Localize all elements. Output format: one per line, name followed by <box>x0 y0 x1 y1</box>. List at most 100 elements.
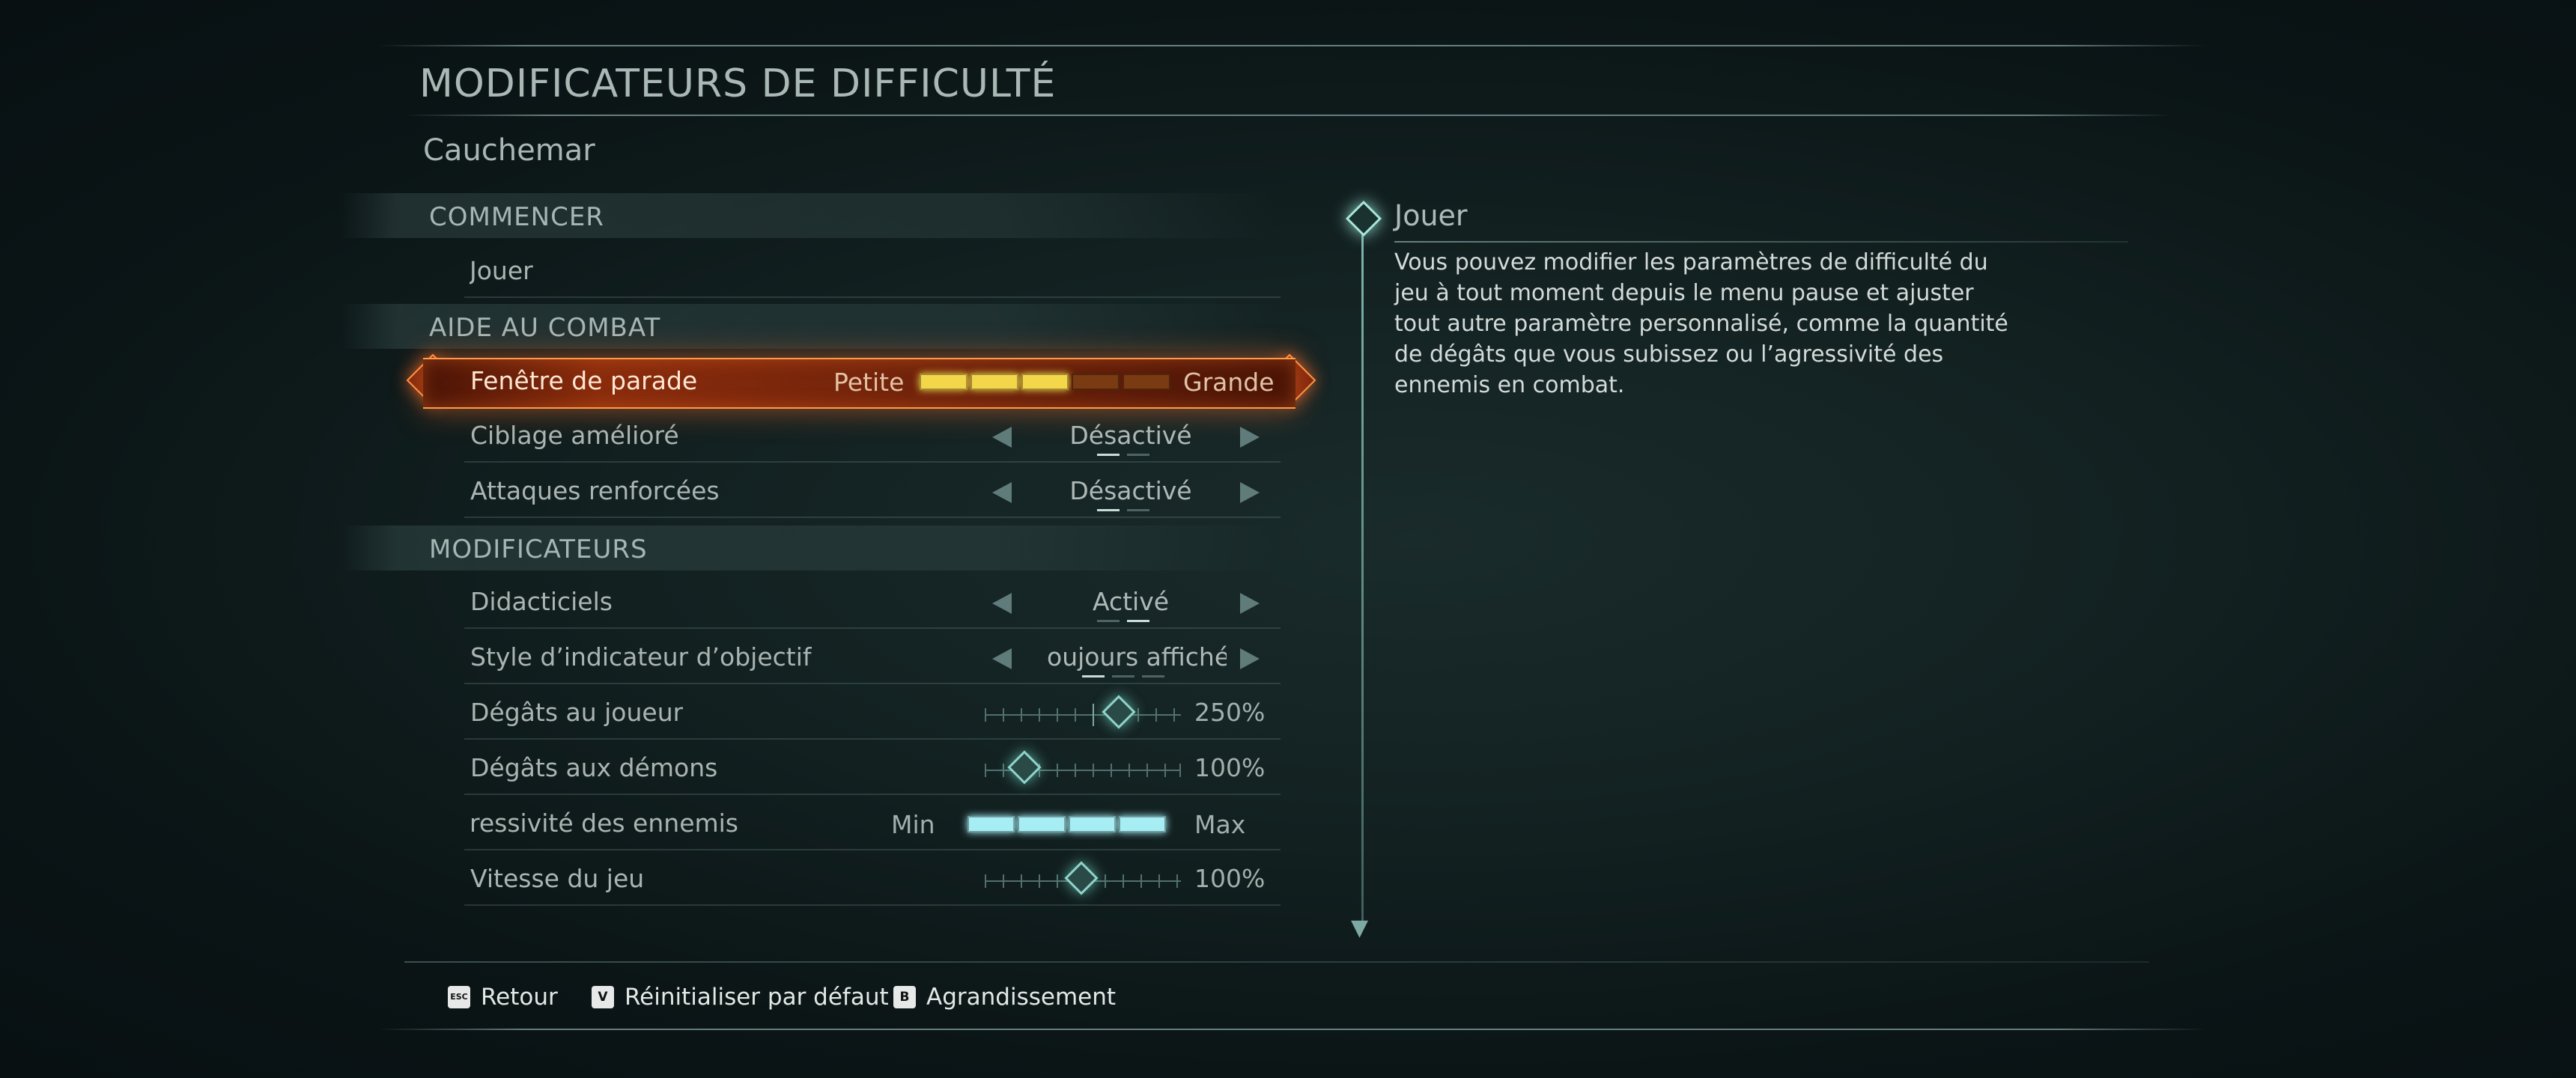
bar-segment <box>1021 374 1069 390</box>
tick <box>1003 764 1004 777</box>
pip <box>1142 675 1164 677</box>
tick <box>1093 764 1094 777</box>
tick <box>1155 708 1157 722</box>
info-title-underline <box>1394 241 2128 243</box>
slider-knob[interactable] <box>1102 695 1136 729</box>
tick <box>985 764 986 777</box>
tick <box>985 708 986 722</box>
back-hint[interactable]: ESC Retour <box>448 984 558 1011</box>
menu-row-tutorials[interactable]: Didacticiels Activé <box>464 579 1281 629</box>
row-label: Attaques renforcées <box>470 476 720 505</box>
bar-segment <box>920 374 967 390</box>
section-label: COMMENCER <box>429 202 604 232</box>
option-value: oujours affiché <box>1047 642 1227 672</box>
zoom-hint[interactable]: B Agrandissement <box>893 984 1116 1011</box>
slider-knob[interactable] <box>1007 750 1042 785</box>
tick <box>1075 764 1076 777</box>
menu-row-demon-damage[interactable]: Dégâts aux démons 100% <box>464 746 1281 795</box>
tick <box>1075 708 1076 722</box>
panel-divider <box>1361 204 1364 927</box>
tick <box>1111 764 1112 777</box>
arrow-right-icon[interactable] <box>1240 648 1260 669</box>
menu-row-targeting[interactable]: Ciblage amélioré Désactivé <box>464 413 1281 463</box>
difficulty-name: Cauchemar <box>423 133 595 168</box>
menu-row-player-damage[interactable]: Dégâts au joueur 250% <box>464 690 1281 740</box>
slider-knob[interactable] <box>1064 861 1099 895</box>
bar-segment <box>1018 816 1066 832</box>
divider-end-icon: ▼ <box>1351 915 1369 941</box>
row-label: Dégâts au joueur <box>470 698 684 727</box>
bar-segment <box>1068 816 1116 832</box>
section-label: MODIFICATEURS <box>429 535 648 564</box>
tick <box>985 874 986 888</box>
hint-label: Retour <box>481 984 558 1011</box>
tick <box>1176 874 1178 888</box>
menu-row-play[interactable]: Jouer <box>464 249 1281 298</box>
bottom-frame-line <box>378 1029 2205 1030</box>
option-value: Activé <box>1092 587 1170 616</box>
bar-segment <box>1118 816 1166 832</box>
section-commencer: COMMENCER <box>341 193 1277 238</box>
tick <box>1179 764 1181 777</box>
pip <box>1127 454 1149 456</box>
info-description: Vous pouvez modifier les paramètres de d… <box>1394 249 2008 398</box>
option-value: Désactivé <box>1069 421 1192 450</box>
menu-row-game-speed[interactable]: Vitesse du jeu 100% <box>464 856 1281 906</box>
info-title: Jouer <box>1394 199 1468 232</box>
b-key-icon: B <box>893 986 916 1008</box>
tick <box>1123 874 1124 888</box>
tick <box>1140 874 1142 888</box>
tick <box>1128 764 1130 777</box>
arrow-right-icon[interactable] <box>1240 427 1260 448</box>
bar-segment <box>970 374 1018 390</box>
arrow-right-icon[interactable] <box>1240 482 1260 503</box>
enemy-aggression-bar[interactable] <box>967 816 1166 835</box>
esc-key-icon: ESC <box>448 986 470 1008</box>
bar-min-label: Min <box>891 810 935 839</box>
reset-hint[interactable]: V Réinitialiser par défaut <box>592 984 889 1011</box>
row-label: Vitesse du jeu <box>470 864 645 893</box>
bar-segment <box>967 816 1015 832</box>
pip <box>1097 454 1120 456</box>
hint-label: Agrandissement <box>926 984 1117 1011</box>
menu-row-objective-style[interactable]: Style d’indicateur d’objectif oujours af… <box>464 635 1281 684</box>
arrow-left-icon[interactable] <box>992 427 1012 448</box>
row-label: Fenêtre de parade <box>470 366 698 395</box>
slider-value: 100% <box>1194 864 1266 893</box>
slider-track[interactable] <box>985 750 1181 785</box>
v-key-icon: V <box>592 986 614 1008</box>
top-frame-line <box>378 45 2205 46</box>
row-label: Didacticiels <box>470 587 613 616</box>
section-label: AIDE AU COMBAT <box>429 313 661 343</box>
slider-track[interactable] <box>985 861 1181 895</box>
tick <box>1057 874 1058 888</box>
menu-row-attacks[interactable]: Attaques renforcées Désactivé <box>464 469 1281 518</box>
pip <box>1127 620 1149 622</box>
slider-track[interactable] <box>985 695 1181 729</box>
option-value: Désactivé <box>1069 476 1192 505</box>
pip <box>1112 675 1134 677</box>
section-modifiers: MODIFICATEURS <box>341 526 1277 570</box>
section-combat-help: AIDE AU COMBAT <box>341 304 1277 349</box>
page-title: MODIFICATEURS DE DIFFICULTÉ <box>419 61 1057 106</box>
pip <box>1127 509 1149 511</box>
row-label: ressivité des ennemis <box>470 808 739 838</box>
parry-window-bar[interactable] <box>920 374 1170 393</box>
arrow-right-icon[interactable] <box>1240 593 1260 614</box>
arrow-left-icon[interactable] <box>992 648 1012 669</box>
tick <box>1039 874 1040 888</box>
tick <box>1021 874 1022 888</box>
row-label: Style d’indicateur d’objectif <box>470 642 812 672</box>
tick <box>1146 764 1148 777</box>
arrow-left-icon[interactable] <box>992 482 1012 503</box>
arrow-left-icon[interactable] <box>992 593 1012 614</box>
tick <box>1137 708 1139 722</box>
tick <box>1057 708 1058 722</box>
row-label: Dégâts aux démons <box>470 753 718 782</box>
tick <box>1173 708 1175 722</box>
pip <box>1082 675 1105 677</box>
hint-label: Réinitialiser par défaut <box>625 984 889 1011</box>
tick <box>1164 764 1166 777</box>
pip <box>1097 620 1120 622</box>
tick <box>1158 874 1160 888</box>
